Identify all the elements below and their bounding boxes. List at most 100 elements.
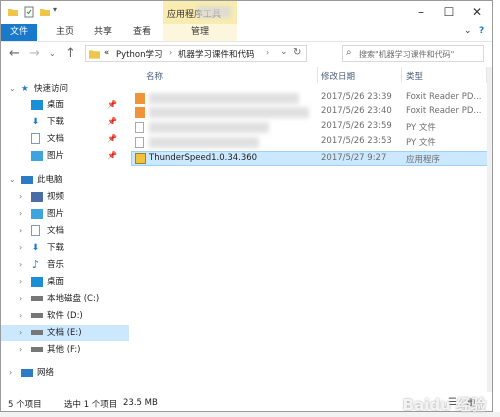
help-icon[interactable]: ? [479, 26, 484, 36]
pin-icon[interactable]: 📌 [107, 148, 117, 164]
chevron-right-icon[interactable]: › [19, 189, 22, 205]
file-list-header: 名称 修改日期 类型 [131, 67, 492, 83]
file-date: 2017/5/26 23:53 [321, 136, 392, 146]
tab-file[interactable]: 文件 [1, 24, 37, 41]
address-bar[interactable]: « Python学习 › 机器学习课件和代码 › ⌄ ↻ [85, 45, 307, 62]
python-file-icon [135, 137, 144, 148]
drive-icon [31, 325, 47, 341]
nav-label: 视频 [47, 192, 65, 202]
close-button[interactable]: ✕ [465, 3, 489, 21]
tab-manage[interactable]: 管理 [163, 24, 237, 41]
chevron-right-icon[interactable]: › [19, 291, 22, 307]
chevron-down-icon: ⌄ [9, 84, 16, 93]
properties-icon[interactable] [23, 6, 35, 18]
desktop-icon [31, 274, 47, 290]
file-row[interactable]: 2017/5/26 23:40 Foxit Reader PD... [131, 106, 492, 119]
breadcrumb-separator-icon: › [266, 48, 270, 57]
tab-share[interactable]: 共享 [94, 24, 112, 41]
tab-home[interactable]: 主页 [56, 24, 74, 41]
breadcrumb-overflow[interactable]: « [104, 48, 109, 58]
file-row[interactable]: 2017/5/26 23:39 Foxit Reader PD... [131, 92, 492, 105]
nav-network[interactable]: › 网络 [1, 365, 129, 381]
chevron-right-icon[interactable]: › [19, 274, 22, 290]
maximize-button[interactable]: ☐ [437, 3, 461, 21]
nav-drive-f[interactable]: › 其他 (F:) [1, 342, 129, 358]
column-date[interactable]: 修改日期 [321, 70, 355, 82]
nav-label: 桌面 [47, 277, 65, 287]
nav-quick-access[interactable]: ⌄ ★ 快速访问 [1, 81, 129, 97]
chevron-right-icon[interactable]: › [19, 206, 22, 222]
file-type: 应用程序 [406, 155, 441, 165]
nav-quick-documents[interactable]: 文档 📌 [1, 131, 129, 147]
column-type[interactable]: 类型 [406, 70, 423, 82]
quick-access-dropdown-icon[interactable]: ▾ [53, 5, 65, 17]
file-row[interactable]: 2017/5/26 23:53 PY 文件 [131, 136, 492, 149]
column-divider[interactable] [317, 67, 318, 83]
blurred-file-name [149, 122, 269, 133]
pin-icon[interactable]: 📌 [107, 114, 117, 130]
folder-icon [8, 9, 18, 16]
address-dropdown-icon[interactable]: ⌄ [280, 47, 288, 57]
refresh-icon[interactable]: ↻ [293, 47, 301, 58]
nav-quick-desktop[interactable]: 桌面 📌 [1, 97, 129, 113]
up-button[interactable]: ↑ [65, 46, 76, 61]
chevron-right-icon[interactable]: › [19, 257, 22, 273]
forward-button[interactable]: → [29, 46, 40, 61]
item-count: 5 个项目 [8, 400, 42, 410]
pdf-file-icon [135, 93, 145, 104]
nav-pc-pictures[interactable]: › 图片 [1, 206, 129, 222]
address-row: ← → ⌄ ↑ « Python学习 › 机器学习课件和代码 › ⌄ ↻ ⌕ 搜… [1, 42, 492, 66]
ribbon-expand-icon[interactable]: ⌄ [464, 26, 472, 36]
nav-pc-music[interactable]: › ♪ 音乐 [1, 257, 129, 273]
column-name[interactable]: 名称 [146, 70, 163, 82]
chevron-right-icon[interactable]: › [19, 240, 22, 256]
column-divider[interactable] [401, 67, 402, 83]
chevron-right-icon[interactable]: › [19, 223, 22, 239]
star-icon: ★ [21, 84, 29, 94]
chevron-right-icon[interactable]: › [19, 308, 22, 324]
file-row[interactable]: 2017/5/26 23:59 PY 文件 [131, 121, 492, 134]
minimize-button[interactable]: – [409, 3, 433, 21]
breadcrumb-python[interactable]: Python学习 [116, 48, 162, 60]
tab-view[interactable]: 查看 [133, 24, 151, 41]
back-button[interactable]: ← [9, 46, 20, 61]
search-input[interactable]: ⌕ 搜索"机器学习课件和代码" [342, 45, 484, 62]
nav-pc-desktop[interactable]: › 桌面 [1, 274, 129, 290]
file-name: ThunderSpeed1.0.34.360 [149, 153, 258, 163]
new-folder-icon[interactable] [39, 6, 51, 18]
nav-label: 桌面 [47, 100, 65, 110]
selected-size: 23.5 MB [123, 398, 158, 408]
nav-pc-documents[interactable]: › 文档 [1, 223, 129, 239]
breadcrumb-ml-folder[interactable]: 机器学习课件和代码 [178, 48, 255, 60]
nav-pc-videos[interactable]: › 视频 [1, 189, 129, 205]
nav-label: 本地磁盘 (C:) [47, 294, 100, 304]
pin-icon[interactable]: 📌 [107, 131, 117, 147]
breadcrumb-separator-icon: › [169, 48, 173, 57]
ribbon-tabs: 文件 主页 共享 查看 管理 ⌄ ? [1, 24, 492, 42]
nav-label: 此电脑 [37, 175, 63, 185]
file-row-selected[interactable]: ThunderSpeed1.0.34.360 2017/5/27 9:27 应用… [131, 151, 492, 166]
computer-icon [21, 172, 37, 188]
nav-drive-e[interactable]: › 文档 (E:) [1, 325, 129, 341]
chevron-right-icon[interactable]: › [9, 365, 12, 381]
vertical-scrollbar[interactable] [487, 67, 492, 392]
nav-drive-d[interactable]: › 软件 (D:) [1, 308, 129, 324]
chevron-right-icon[interactable]: › [19, 325, 22, 341]
chevron-down-icon: ⌄ [9, 175, 16, 184]
nav-this-pc[interactable]: ⌄ 此电脑 [1, 172, 129, 188]
file-date: 2017/5/27 9:27 [321, 153, 387, 163]
nav-pc-downloads[interactable]: › ⬇ 下载 [1, 240, 129, 256]
pin-icon[interactable]: 📌 [107, 97, 117, 113]
nav-label: 快速访问 [34, 84, 69, 94]
nav-label: 图片 [47, 209, 65, 219]
chevron-right-icon[interactable]: › [19, 342, 22, 358]
drive-icon [31, 342, 47, 358]
nav-quick-pictures[interactable]: 图片 📌 [1, 148, 129, 164]
file-date: 2017/5/26 23:59 [321, 121, 392, 131]
nav-drive-c[interactable]: › 本地磁盘 (C:) [1, 291, 129, 307]
recent-locations-icon[interactable]: ⌄ [49, 49, 56, 58]
nav-quick-downloads[interactable]: ⬇ 下载 📌 [1, 114, 129, 130]
pictures-icon [31, 148, 47, 164]
file-type: PY 文件 [406, 138, 436, 148]
blurred-title [197, 6, 231, 18]
